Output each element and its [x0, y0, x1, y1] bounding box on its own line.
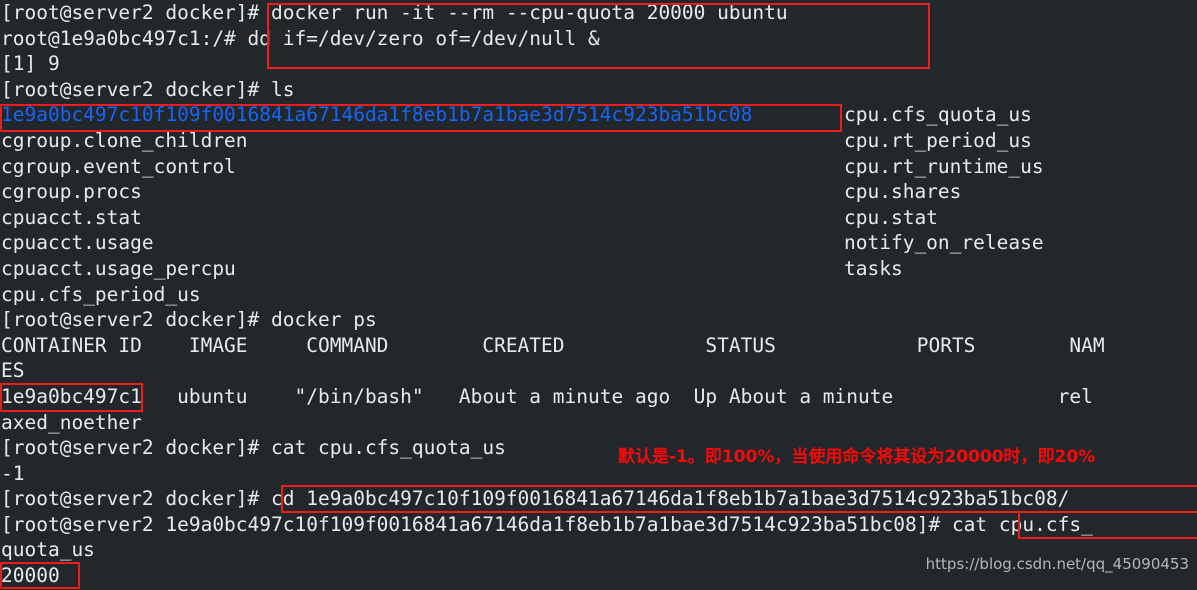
line-text: root@1e9a0bc497c1:/# dd if=/dev/zero of=…: [1, 26, 600, 50]
terminal-line: [root@server2 1e9a0bc497c10f109f0016841a…: [0, 512, 1197, 538]
terminal-line: [root@server2 docker]# docker run -it --…: [0, 0, 1197, 26]
line-text: [root@server2 docker]# cd 1e9a0bc497c10f…: [1, 487, 1070, 511]
ls-row: cpuacct.usage notify_on_release: [0, 230, 1197, 256]
ls-entry-right: cpu.rt_period_us: [844, 128, 1032, 152]
docker-ps-header: CONTAINER ID IMAGE COMMAND CREATED STATU…: [0, 333, 1197, 359]
ls-row: cgroup.clone_children cpu.rt_period_us: [0, 128, 1197, 154]
ls-entry-left: cpu.cfs_period_us: [1, 282, 201, 306]
line-text: quota_us: [1, 538, 95, 562]
line-text: [1] 9: [1, 52, 60, 76]
line-text: 1e9a0bc497c1 ubuntu "/bin/bash" About a …: [1, 384, 1093, 408]
ls-row: 1e9a0bc497c10f109f0016841a67146da1f8eb1b…: [0, 102, 1197, 128]
line-text: 20000: [1, 564, 60, 588]
ls-entry-right: cpu.cfs_quota_us: [844, 103, 1032, 127]
line-text: [root@server2 docker]# docker ps: [1, 308, 377, 332]
ls-row: cpuacct.usage_percpu tasks: [0, 256, 1197, 282]
ls-entry-left: cpuacct.usage: [1, 231, 154, 255]
docker-ps-row: 1e9a0bc497c1 ubuntu "/bin/bash" About a …: [0, 384, 1197, 410]
ls-entry-left: cpuacct.usage_percpu: [1, 256, 236, 280]
ls-entry-left: cgroup.procs: [1, 180, 142, 204]
ls-row: cgroup.procs cpu.shares: [0, 179, 1197, 205]
line-text: [root@server2 docker]# cat cpu.cfs_quota…: [1, 436, 506, 460]
docker-ps-row-wrap: axed_noether: [0, 410, 1197, 436]
ls-row: cpuacct.stat cpu.stat: [0, 205, 1197, 231]
terminal-line: root@1e9a0bc497c1:/# dd if=/dev/zero of=…: [0, 26, 1197, 52]
terminal-output[interactable]: [root@server2 docker]# docker run -it --…: [0, 0, 1197, 589]
ls-entry-left: cgroup.clone_children: [1, 128, 248, 152]
line-text: ES: [1, 359, 25, 383]
ls-entry-left: cgroup.event_control: [1, 154, 236, 178]
line-text: [root@server2 docker]# ls: [1, 77, 295, 101]
ls-row: cpu.cfs_period_us: [0, 282, 1197, 308]
terminal-line: [root@server2 docker]# cd 1e9a0bc497c10f…: [0, 486, 1197, 512]
line-text: [root@server2 1e9a0bc497c10f109f0016841a…: [1, 512, 1093, 536]
line-text: CONTAINER ID IMAGE COMMAND CREATED STATU…: [1, 333, 1105, 357]
ls-entry-right: cpu.shares: [844, 180, 962, 204]
line-text: [root@server2 docker]# docker run -it --…: [1, 1, 788, 24]
ls-entry-right: notify_on_release: [844, 231, 1044, 255]
terminal-window: [root@server2 docker]# docker run -it --…: [0, 0, 1197, 590]
docker-ps-header-wrap: ES: [0, 358, 1197, 384]
line-text: axed_noether: [1, 410, 142, 434]
container-dir-entry: 1e9a0bc497c10f109f0016841a67146da1f8eb1b…: [1, 103, 753, 127]
terminal-line: [root@server2 docker]# docker ps: [0, 307, 1197, 333]
ls-entry-right: tasks: [844, 256, 903, 280]
ls-entry-right: cpu.stat: [844, 205, 938, 229]
ls-entry-left: cpuacct.stat: [1, 205, 142, 229]
terminal-line: [root@server2 docker]# ls: [0, 77, 1197, 103]
ls-entry-right: cpu.rt_runtime_us: [844, 154, 1044, 178]
chinese-annotation-note: 默认是-1。即100%，当使用命令将其设为20000时，即20%: [618, 447, 1096, 467]
terminal-line: [1] 9: [0, 51, 1197, 77]
line-text: -1: [1, 461, 25, 485]
ls-row: cgroup.event_control cpu.rt_runtime_us: [0, 154, 1197, 180]
watermark-url: https://blog.csdn.net/qq_45090453: [925, 555, 1189, 574]
